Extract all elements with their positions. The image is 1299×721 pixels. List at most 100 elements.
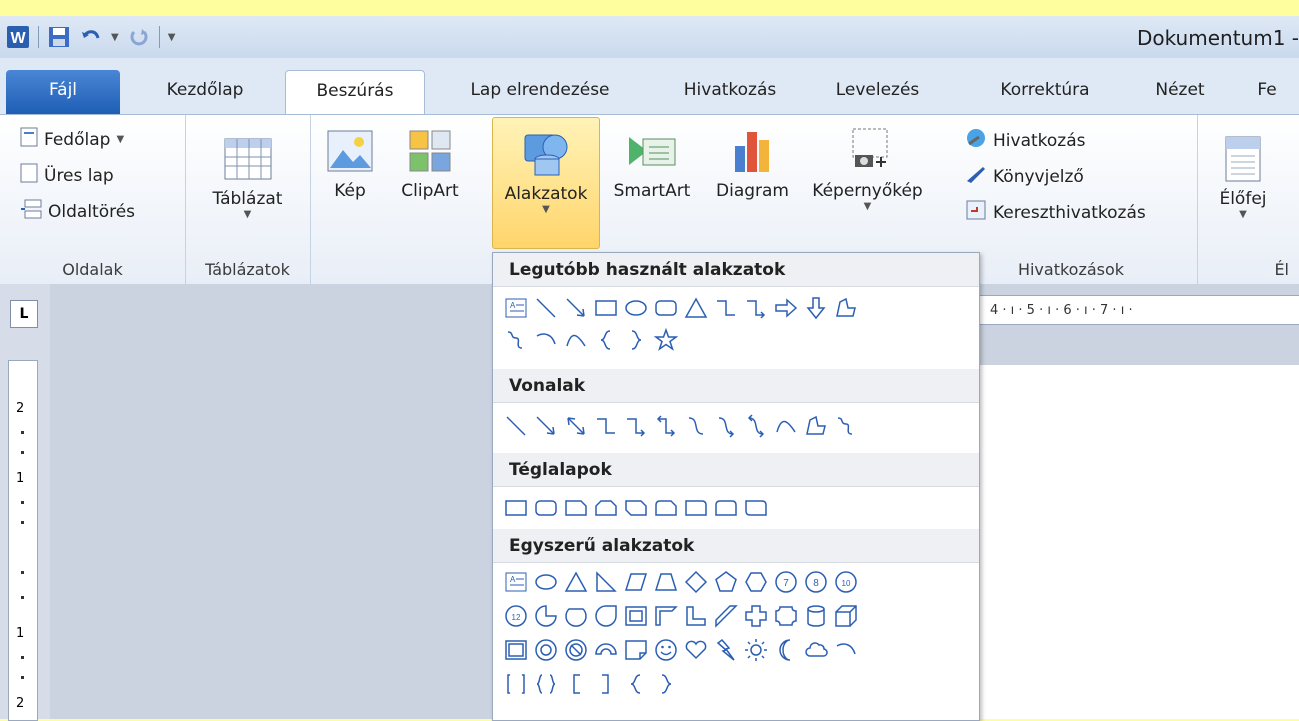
rounded-rectangle-icon[interactable] bbox=[651, 293, 681, 323]
text-box-icon[interactable]: A bbox=[501, 293, 531, 323]
trapezoid-icon[interactable] bbox=[651, 567, 681, 597]
right-bracket-icon[interactable] bbox=[591, 669, 621, 699]
right-brace-icon[interactable] bbox=[651, 669, 681, 699]
octagon-icon[interactable]: 8 bbox=[801, 567, 831, 597]
picture-button[interactable]: Kép bbox=[320, 121, 380, 201]
teardrop-icon[interactable] bbox=[591, 601, 621, 631]
blank-page-button[interactable]: Üres lap bbox=[20, 163, 114, 188]
redo-icon[interactable] bbox=[127, 25, 151, 49]
oval-icon[interactable] bbox=[621, 293, 651, 323]
tab-mailings[interactable]: Levelezés bbox=[815, 70, 940, 114]
tab-file[interactable]: Fájl bbox=[6, 70, 120, 114]
arrow-line-icon[interactable] bbox=[561, 293, 591, 323]
l-shape-icon[interactable] bbox=[681, 601, 711, 631]
curved-arrow-connector-icon[interactable] bbox=[711, 411, 741, 441]
table-button[interactable]: Táblázat ▼ bbox=[195, 129, 300, 220]
undo-dropdown-icon[interactable]: ▼ bbox=[111, 32, 119, 43]
curved-double-arrow-connector-icon[interactable] bbox=[741, 411, 771, 441]
rounded-rectangle-icon[interactable] bbox=[531, 493, 561, 523]
bookmark-button[interactable]: Könyvjelző bbox=[965, 163, 1084, 190]
round-same-side-rectangle-icon[interactable] bbox=[711, 493, 741, 523]
elbow-connector-icon[interactable] bbox=[591, 411, 621, 441]
hexagon-icon[interactable] bbox=[741, 567, 771, 597]
line-icon[interactable] bbox=[501, 411, 531, 441]
diagonal-stripe-icon[interactable] bbox=[711, 601, 741, 631]
curve-icon[interactable] bbox=[771, 411, 801, 441]
snip-diagonal-rectangle-icon[interactable] bbox=[621, 493, 651, 523]
cross-reference-button[interactable]: Kereszthivatkozás bbox=[965, 199, 1146, 226]
moon-icon[interactable] bbox=[771, 635, 801, 665]
pentagon-icon[interactable] bbox=[711, 567, 741, 597]
dodecagon-icon[interactable]: 12 bbox=[501, 601, 531, 631]
page-break-button[interactable]: Oldaltörés bbox=[20, 199, 135, 224]
decagon-icon[interactable]: 10 bbox=[831, 567, 861, 597]
chord-icon[interactable] bbox=[561, 601, 591, 631]
heart-icon[interactable] bbox=[681, 635, 711, 665]
snip-round-rectangle-icon[interactable] bbox=[651, 493, 681, 523]
hyperlink-button[interactable]: Hivatkozás bbox=[965, 127, 1086, 154]
tab-insert[interactable]: Beszúrás bbox=[285, 70, 425, 115]
triangle-icon[interactable] bbox=[561, 567, 591, 597]
tab-selector-icon[interactable]: L bbox=[10, 300, 38, 328]
chart-button[interactable]: Diagram bbox=[705, 121, 800, 201]
header-button[interactable]: Élőfej ▼ bbox=[1208, 129, 1278, 220]
tab-review[interactable]: Korrektúra bbox=[975, 70, 1115, 114]
freeform-icon[interactable] bbox=[831, 293, 861, 323]
double-brace-icon[interactable] bbox=[531, 669, 561, 699]
plaque-icon[interactable] bbox=[771, 601, 801, 631]
rectangle-icon[interactable] bbox=[591, 293, 621, 323]
line-icon[interactable] bbox=[531, 293, 561, 323]
snip-corner-rectangle-icon[interactable] bbox=[561, 493, 591, 523]
left-brace-icon[interactable] bbox=[591, 325, 621, 355]
customize-qat-icon[interactable]: ▼ bbox=[168, 32, 176, 43]
block-arc-icon[interactable] bbox=[591, 635, 621, 665]
elbow-arrow-connector-icon[interactable] bbox=[621, 411, 651, 441]
can-icon[interactable] bbox=[801, 601, 831, 631]
screenshot-button[interactable]: Képernyőkép ▼ bbox=[800, 121, 935, 212]
right-brace-icon[interactable] bbox=[621, 325, 651, 355]
clipart-button[interactable]: ClipArt bbox=[385, 121, 475, 201]
folded-corner-icon[interactable] bbox=[621, 635, 651, 665]
tab-developer[interactable]: Fe bbox=[1235, 70, 1299, 114]
tab-references[interactable]: Hivatkozás bbox=[660, 70, 800, 114]
no-symbol-icon[interactable] bbox=[561, 635, 591, 665]
double-bracket-icon[interactable] bbox=[501, 669, 531, 699]
diamond-icon[interactable] bbox=[681, 567, 711, 597]
tab-view[interactable]: Nézet bbox=[1140, 70, 1220, 114]
tab-home[interactable]: Kezdőlap bbox=[140, 70, 270, 114]
down-arrow-icon[interactable] bbox=[801, 293, 831, 323]
right-triangle-icon[interactable] bbox=[591, 567, 621, 597]
right-arrow-icon[interactable] bbox=[771, 293, 801, 323]
lightning-bolt-icon[interactable] bbox=[711, 635, 741, 665]
snip-same-side-rectangle-icon[interactable] bbox=[591, 493, 621, 523]
text-box-icon[interactable]: A bbox=[501, 567, 531, 597]
scribble-icon[interactable] bbox=[501, 325, 531, 355]
shapes-button[interactable]: Alakzatok ▼ bbox=[492, 117, 600, 249]
frame-icon[interactable] bbox=[621, 601, 651, 631]
heptagon-icon[interactable]: 7 bbox=[771, 567, 801, 597]
left-brace-icon[interactable] bbox=[621, 669, 651, 699]
cross-icon[interactable] bbox=[741, 601, 771, 631]
pie-icon[interactable] bbox=[531, 601, 561, 631]
save-icon[interactable] bbox=[47, 25, 71, 49]
scribble-icon[interactable] bbox=[831, 411, 861, 441]
arc-icon[interactable] bbox=[831, 635, 861, 665]
arrow-line-icon[interactable] bbox=[531, 411, 561, 441]
freeform-icon[interactable] bbox=[801, 411, 831, 441]
donut-icon[interactable] bbox=[531, 635, 561, 665]
cover-page-button[interactable]: Fedőlap ▼ bbox=[20, 127, 124, 152]
smartart-button[interactable]: SmartArt bbox=[602, 121, 702, 201]
cube-icon[interactable] bbox=[831, 601, 861, 631]
elbow-connector-icon[interactable] bbox=[711, 293, 741, 323]
rectangle-icon[interactable] bbox=[501, 493, 531, 523]
elbow-double-arrow-connector-icon[interactable] bbox=[651, 411, 681, 441]
arc-icon[interactable] bbox=[531, 325, 561, 355]
left-bracket-icon[interactable] bbox=[561, 669, 591, 699]
round-single-corner-rectangle-icon[interactable] bbox=[681, 493, 711, 523]
round-diagonal-rectangle-icon[interactable] bbox=[741, 493, 771, 523]
tab-page-layout[interactable]: Lap elrendezése bbox=[440, 70, 640, 114]
smiley-face-icon[interactable] bbox=[651, 635, 681, 665]
star-icon[interactable] bbox=[651, 325, 681, 355]
undo-icon[interactable] bbox=[79, 25, 103, 49]
document-page[interactable] bbox=[980, 365, 1299, 719]
